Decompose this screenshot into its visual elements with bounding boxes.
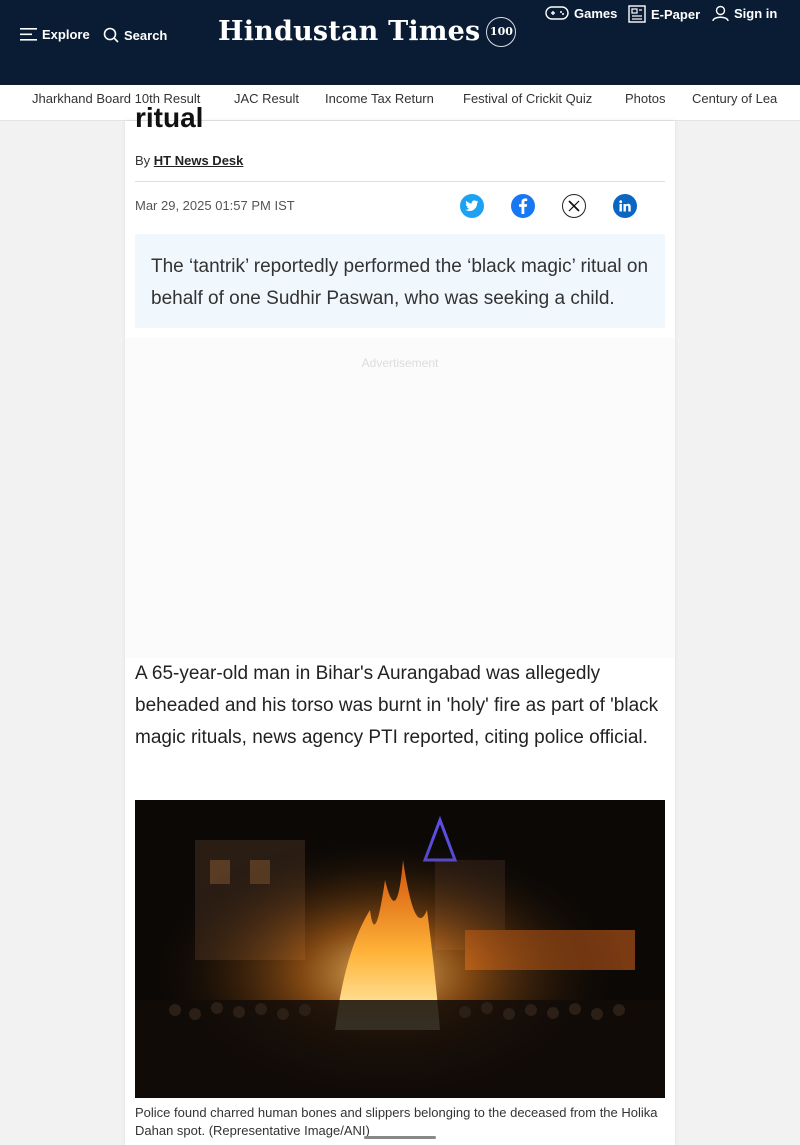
byline-prefix: By <box>135 153 151 168</box>
menu-icon <box>20 28 37 41</box>
facebook-icon <box>519 198 528 214</box>
nav-item-cricket-quiz[interactable]: Festival of Crickit Quiz <box>463 91 592 106</box>
nav-item-photos[interactable]: Photos <box>625 91 665 106</box>
x-icon <box>568 200 580 212</box>
sign-in-label: Sign in <box>734 6 778 21</box>
bonfire-image <box>135 800 665 1098</box>
epaper-label: E-Paper <box>651 6 701 22</box>
linkedin-share-button[interactable] <box>613 194 637 218</box>
ad-label: Advertisement <box>361 356 439 370</box>
divider <box>135 181 665 182</box>
search-label: Search <box>124 27 168 43</box>
byline: By HT News Desk <box>135 153 243 168</box>
scroll-indicator <box>364 1136 436 1139</box>
explore-button[interactable]: Explore <box>20 27 90 42</box>
epaper-link[interactable]: E-Paper <box>628 5 700 23</box>
article-title: ritual <box>135 102 204 131</box>
search-button[interactable]: Search <box>103 27 167 43</box>
article-paragraph: A 65-year-old man in Bihar's Aurangabad … <box>135 663 659 748</box>
nav-item-jac-result[interactable]: JAC Result <box>234 91 299 106</box>
x-share-button[interactable] <box>562 194 586 218</box>
gamepad-icon <box>545 6 569 20</box>
site-header: Explore Search Hindustan Times 100 Games… <box>0 0 800 85</box>
twitter-share-button[interactable] <box>460 194 484 218</box>
article-photo <box>135 800 665 1098</box>
twitter-icon <box>465 200 479 212</box>
search-icon <box>103 27 119 43</box>
newspaper-icon <box>628 5 646 23</box>
games-link[interactable]: Games <box>545 5 617 21</box>
nav-item-income-tax[interactable]: Income Tax Return <box>325 91 434 106</box>
logo-text: Hindustan Times <box>218 16 481 47</box>
logo-badge: 100 <box>486 16 517 47</box>
facebook-share-button[interactable] <box>511 194 535 218</box>
author-link[interactable]: HT News Desk <box>154 153 244 168</box>
sign-in-link[interactable]: Sign in <box>712 5 777 22</box>
linkedin-icon <box>619 200 631 212</box>
user-icon <box>712 5 729 22</box>
site-logo[interactable]: Hindustan Times 100 <box>218 16 517 47</box>
photo-caption: Police found charred human bones and sli… <box>135 1105 658 1138</box>
nav-item-century-of-lea[interactable]: Century of Lea <box>692 91 777 106</box>
games-label: Games <box>574 5 618 21</box>
advertisement-slot[interactable]: Advertisement <box>125 338 675 658</box>
trending-nav: Jharkhand Board 10th Result JAC Result I… <box>0 85 800 121</box>
publish-date: Mar 29, 2025 01:57 PM IST <box>135 198 295 213</box>
explore-label: Explore <box>42 27 90 42</box>
article-summary: The ‘tantrik’ reportedly performed the ‘… <box>135 234 665 328</box>
